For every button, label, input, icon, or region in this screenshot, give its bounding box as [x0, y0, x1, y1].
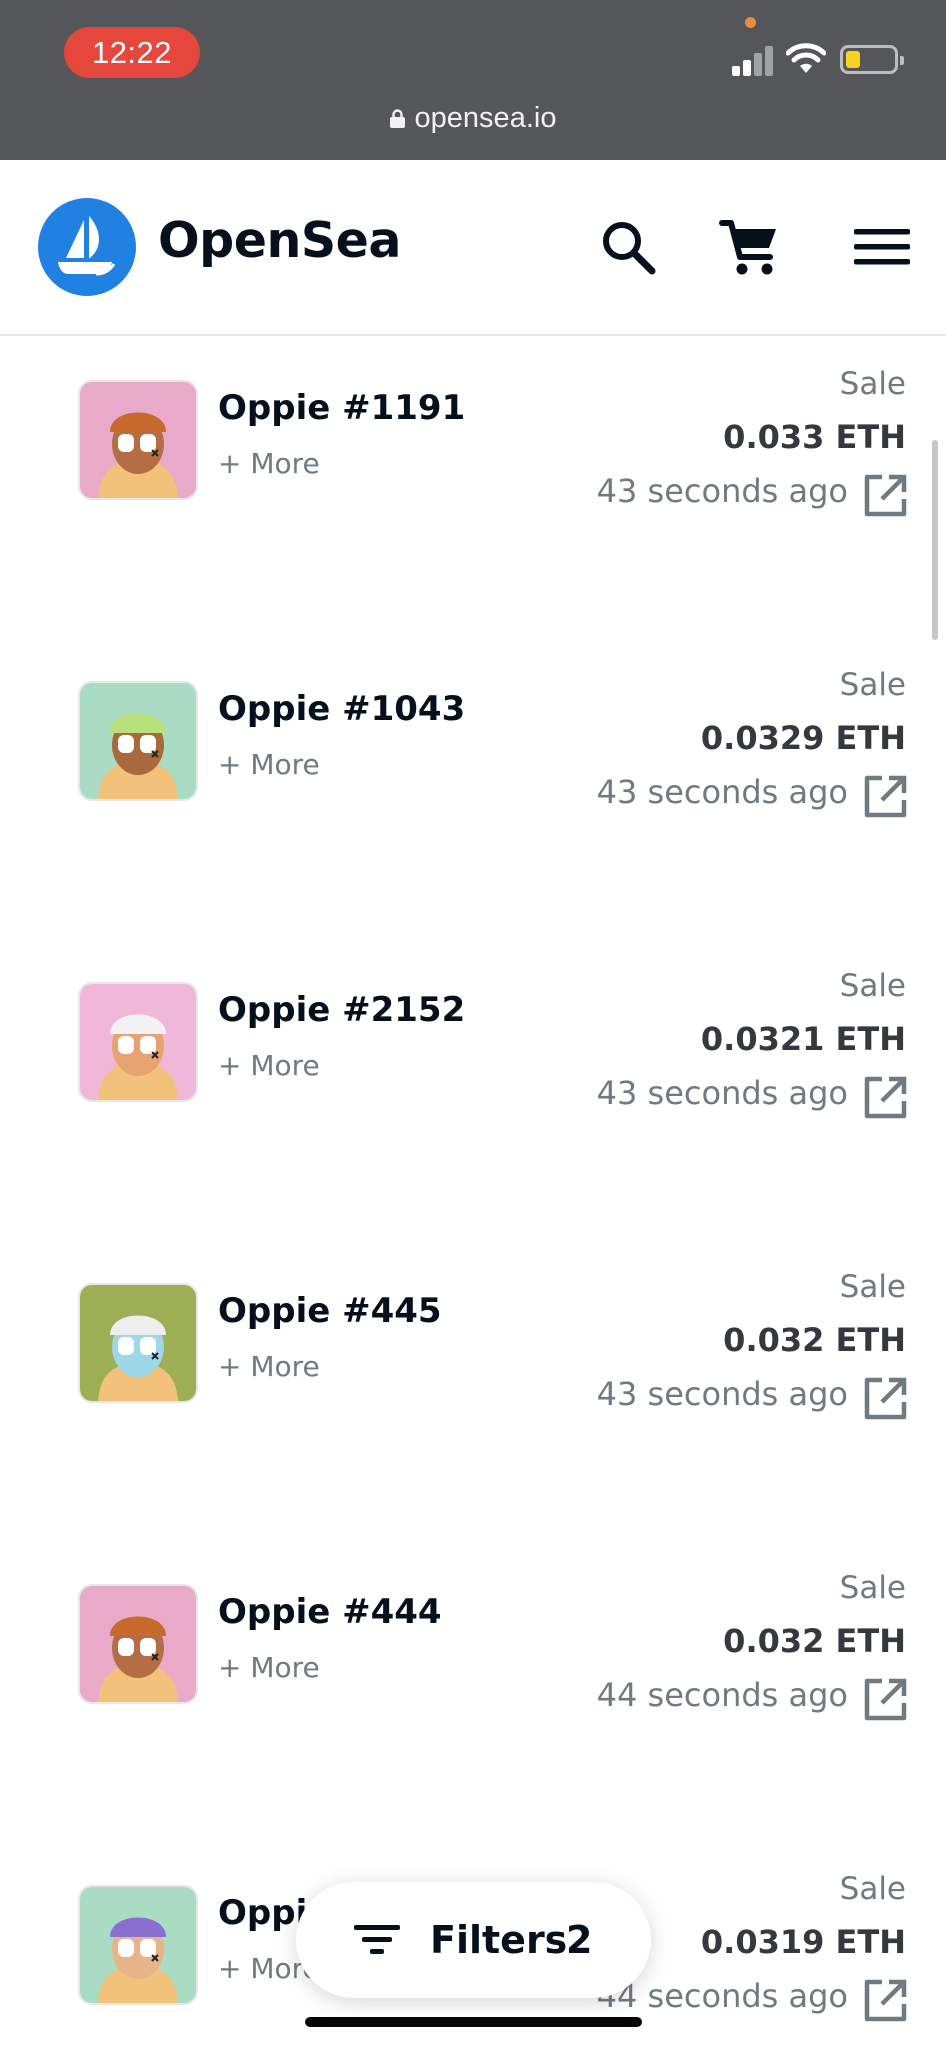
event-type: Sale	[839, 1570, 906, 1606]
timestamp[interactable]: 43 seconds ago	[597, 1074, 848, 1112]
item-name[interactable]: Oppie #445	[218, 1291, 442, 1331]
timestamp[interactable]: 44 seconds ago	[597, 1676, 848, 1714]
external-link-icon[interactable]	[862, 1978, 908, 2024]
scrollbar[interactable]	[932, 440, 938, 640]
activity-row[interactable]: Oppie #1043 + More Sale 0.0329 ETH 43 se…	[0, 639, 946, 939]
filters-button[interactable]: Filters 2	[296, 1882, 651, 1998]
filter-icon	[354, 1925, 400, 1954]
price: 0.0321 ETH	[700, 1020, 906, 1058]
timestamp[interactable]: 44 seconds ago	[597, 1977, 848, 2015]
wifi-icon	[785, 43, 827, 75]
external-link-icon[interactable]	[862, 1677, 908, 1723]
activity-row[interactable]: Oppie #1191 + More Sale 0.033 ETH 43 sec…	[0, 338, 946, 638]
activity-row[interactable]: Oppie #2152 + More Sale 0.0321 ETH 43 se…	[0, 940, 946, 1240]
nft-thumbnail[interactable]	[78, 1283, 198, 1403]
timestamp[interactable]: 43 seconds ago	[597, 773, 848, 811]
more-link[interactable]: + More	[218, 447, 320, 480]
filters-count: 2	[566, 1918, 593, 1962]
signal-icon	[732, 44, 776, 76]
menu-icon[interactable]	[850, 215, 914, 279]
status-time: 12:22	[64, 27, 200, 78]
timestamp[interactable]: 43 seconds ago	[597, 1375, 848, 1413]
nft-thumbnail[interactable]	[78, 380, 198, 500]
cart-icon[interactable]	[718, 215, 782, 279]
external-link-icon[interactable]	[862, 1376, 908, 1422]
event-type: Sale	[839, 667, 906, 703]
price: 0.0329 ETH	[700, 719, 906, 757]
timestamp[interactable]: 43 seconds ago	[597, 472, 848, 510]
opensea-logo-icon[interactable]	[38, 198, 136, 296]
site-header: OpenSea	[0, 160, 946, 336]
item-name[interactable]: Oppie #444	[218, 1592, 442, 1632]
lock-icon	[389, 109, 405, 128]
nft-thumbnail[interactable]	[78, 982, 198, 1102]
activity-row[interactable]: Oppie #444 + More Sale 0.032 ETH 44 seco…	[0, 1542, 946, 1842]
price: 0.032 ETH	[723, 1321, 906, 1359]
nft-thumbnail[interactable]	[78, 1885, 198, 2005]
battery-icon	[840, 45, 904, 74]
nft-thumbnail[interactable]	[78, 1584, 198, 1704]
event-type: Sale	[839, 1269, 906, 1305]
more-link[interactable]: + More	[218, 748, 320, 781]
external-link-icon[interactable]	[862, 473, 908, 519]
external-link-icon[interactable]	[862, 774, 908, 820]
more-link[interactable]: + More	[218, 1350, 320, 1383]
event-type: Sale	[839, 1871, 906, 1907]
external-link-icon[interactable]	[862, 1075, 908, 1121]
home-indicator[interactable]	[305, 2017, 642, 2027]
activity-row[interactable]: Oppie #445 + More Sale 0.032 ETH 43 seco…	[0, 1241, 946, 1541]
privacy-indicator-dot	[745, 17, 756, 28]
item-name[interactable]: Oppie #2152	[218, 990, 465, 1030]
item-name[interactable]: Oppie #1191	[218, 388, 465, 428]
status-bar: 12:22 opensea.io	[0, 0, 946, 160]
search-icon[interactable]	[596, 215, 660, 279]
event-type: Sale	[839, 366, 906, 402]
address-bar[interactable]: opensea.io	[0, 102, 946, 135]
brand-name[interactable]: OpenSea	[158, 212, 401, 269]
price: 0.033 ETH	[723, 418, 906, 456]
price: 0.032 ETH	[723, 1622, 906, 1660]
price: 0.0319 ETH	[700, 1923, 906, 1961]
filters-label: Filters	[430, 1918, 568, 1962]
event-type: Sale	[839, 968, 906, 1004]
nft-thumbnail[interactable]	[78, 681, 198, 801]
more-link[interactable]: + More	[218, 1049, 320, 1082]
item-name[interactable]: Oppie #1043	[218, 689, 465, 729]
url-text: opensea.io	[414, 102, 557, 134]
more-link[interactable]: + More	[218, 1651, 320, 1684]
